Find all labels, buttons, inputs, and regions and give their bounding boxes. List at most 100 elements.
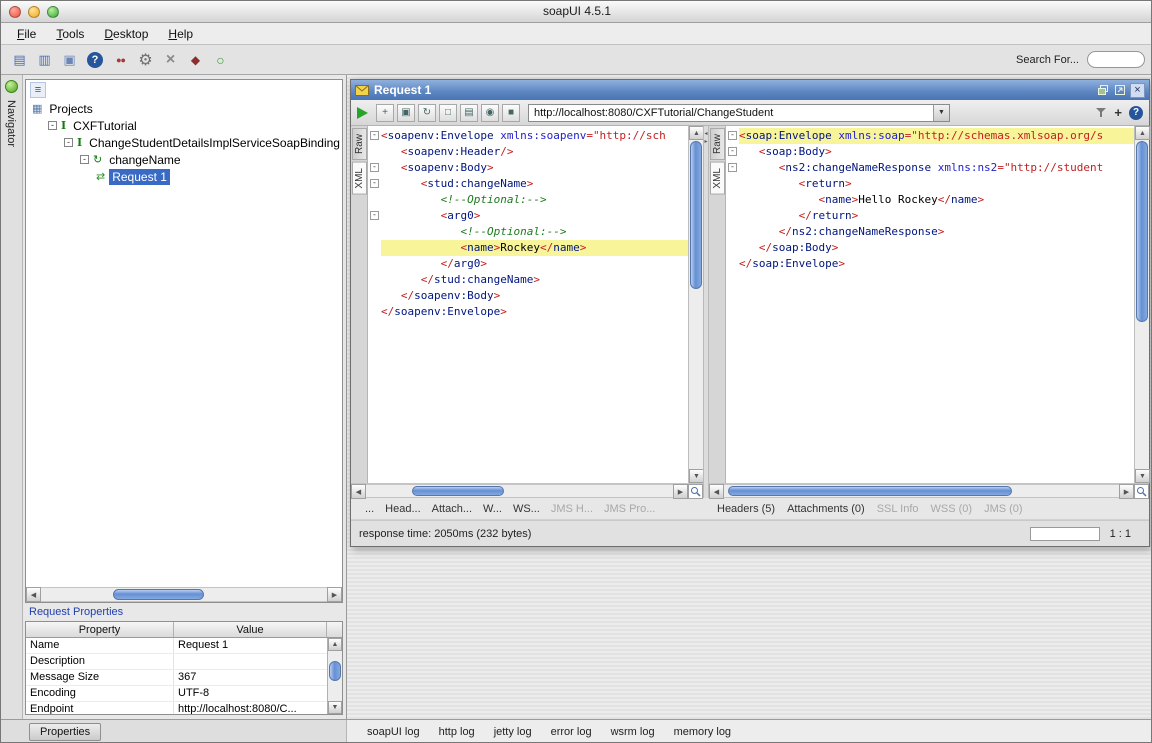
- expander-icon[interactable]: -: [80, 155, 89, 164]
- add-icon[interactable]: +: [1114, 105, 1122, 120]
- collapse-left-icon[interactable]: ◂: [704, 130, 707, 137]
- add-to-testcase-icon[interactable]: +: [376, 104, 394, 122]
- expander-icon[interactable]: -: [64, 138, 73, 147]
- scroll-up-button[interactable]: ▲: [689, 126, 704, 140]
- response-tab-raw[interactable]: Raw: [710, 128, 725, 160]
- help-icon[interactable]: ?: [1129, 106, 1143, 120]
- properties-tab[interactable]: Properties: [29, 723, 101, 741]
- menu-file[interactable]: File: [7, 25, 46, 43]
- forum-icon[interactable]: ●●: [110, 49, 131, 70]
- status-field[interactable]: [1030, 527, 1100, 541]
- frame-close-button[interactable]: ×: [1130, 83, 1145, 98]
- property-row-description[interactable]: Description: [26, 654, 342, 670]
- property-value[interactable]: [174, 654, 342, 669]
- fold-toggle-icon[interactable]: -: [728, 131, 737, 140]
- request-inspector-head[interactable]: Head...: [385, 503, 420, 515]
- property-row-message-size[interactable]: Message Size367: [26, 670, 342, 686]
- filter-icon[interactable]: [1096, 108, 1107, 118]
- create-empty-icon[interactable]: □: [439, 104, 457, 122]
- new-workspace-icon[interactable]: ▤: [9, 49, 30, 70]
- scroll-thumb[interactable]: [690, 141, 702, 289]
- response-editor[interactable]: Raw XML -<soap:Envelope xmlns:soap="http:…: [709, 126, 1149, 498]
- tree-item-changestudentdetailsimplservicesoapbinding[interactable]: -IChangeStudentDetailsImplServiceSoapBin…: [26, 134, 342, 151]
- log-tab-error-log[interactable]: error log: [551, 726, 592, 738]
- tree-item-cxftutorial[interactable]: -ICXFTutorial: [26, 117, 342, 134]
- preferences-icon[interactable]: ⚙: [135, 49, 156, 70]
- fold-toggle-icon[interactable]: -: [370, 211, 379, 220]
- help-icon[interactable]: ?: [87, 52, 103, 68]
- request-xml-area[interactable]: -<soapenv:Envelope xmlns:soapenv="http:/…: [368, 126, 688, 483]
- trial-icon[interactable]: ◆: [185, 49, 206, 70]
- fold-toggle-icon[interactable]: -: [370, 179, 379, 188]
- scroll-thumb[interactable]: [113, 589, 205, 600]
- log-tab-memory-log[interactable]: memory log: [674, 726, 731, 738]
- chevron-down-icon[interactable]: ▼: [933, 105, 949, 121]
- response-inspector-headers-5[interactable]: Headers (5): [717, 503, 775, 515]
- request-inspector-w[interactable]: W...: [483, 503, 502, 515]
- restore-icon[interactable]: [1096, 83, 1110, 97]
- property-row-endpoint[interactable]: Endpointhttp://localhost:8080/C...: [26, 702, 342, 715]
- tree-item-request-1[interactable]: ⇄Request 1: [26, 168, 342, 185]
- log-tab-soapui-log[interactable]: soapUI log: [367, 726, 420, 738]
- window-minimize-button[interactable]: [28, 6, 40, 18]
- request-inspector-item[interactable]: ...: [365, 503, 374, 515]
- log-tab-jetty-log[interactable]: jetty log: [494, 726, 532, 738]
- scroll-down-button[interactable]: ▼: [328, 701, 342, 714]
- scroll-down-button[interactable]: ▼: [1135, 469, 1150, 483]
- clone-request-icon[interactable]: ▣: [397, 104, 415, 122]
- scroll-thumb[interactable]: [329, 661, 341, 681]
- request-tab-xml[interactable]: XML: [352, 162, 367, 195]
- log-tab-http-log[interactable]: http log: [439, 726, 475, 738]
- scroll-thumb[interactable]: [412, 486, 504, 496]
- menu-help[interactable]: Help: [158, 25, 203, 43]
- search-input[interactable]: [1087, 51, 1145, 68]
- response-tab-xml[interactable]: XML: [710, 162, 725, 195]
- endpoint-combobox[interactable]: http://localhost:8080/CXFTutorial/Change…: [528, 104, 950, 122]
- window-titlebar[interactable]: soapUI 4.5.1: [1, 1, 1152, 23]
- fold-toggle-icon[interactable]: -: [370, 131, 379, 140]
- menu-desktop[interactable]: Desktop: [94, 25, 158, 43]
- scroll-right-button[interactable]: ▶: [1119, 484, 1134, 499]
- property-value[interactable]: http://localhost:8080/C...: [174, 702, 342, 715]
- maximize-icon[interactable]: [1113, 83, 1127, 97]
- request-tab-raw[interactable]: Raw: [352, 128, 367, 160]
- scroll-thumb[interactable]: [1136, 141, 1148, 322]
- scroll-down-button[interactable]: ▼: [689, 469, 704, 483]
- import-workspace-icon[interactable]: ▥: [34, 49, 55, 70]
- fold-toggle-icon[interactable]: -: [728, 147, 737, 156]
- log-tab-wsrm-log[interactable]: wsrm log: [611, 726, 655, 738]
- navigator-tab[interactable]: Navigator: [5, 100, 17, 147]
- fold-toggle-icon[interactable]: -: [728, 163, 737, 172]
- scroll-left-button[interactable]: ◀: [709, 484, 724, 499]
- menu-tools[interactable]: Tools: [46, 25, 94, 43]
- submit-button[interactable]: [357, 107, 368, 119]
- request-window-titlebar[interactable]: Request 1 ×: [351, 80, 1149, 100]
- expander-icon[interactable]: -: [48, 121, 57, 130]
- tree-item-projects[interactable]: ▦Projects: [26, 100, 342, 117]
- cancel-request-icon[interactable]: ■: [502, 104, 520, 122]
- request-settings-icon[interactable]: ▤: [460, 104, 478, 122]
- scroll-up-button[interactable]: ▲: [328, 638, 342, 651]
- scroll-left-button[interactable]: ◀: [351, 484, 366, 499]
- scroll-left-button[interactable]: ◀: [26, 587, 41, 602]
- tree-options-icon[interactable]: ≡: [30, 82, 46, 98]
- property-value[interactable]: UTF-8: [174, 686, 342, 701]
- window-zoom-button[interactable]: [47, 6, 59, 18]
- scroll-right-button[interactable]: ▶: [673, 484, 688, 499]
- tools-icon[interactable]: ×: [160, 49, 181, 70]
- scroll-thumb[interactable]: [728, 486, 1012, 496]
- property-value[interactable]: Request 1: [174, 638, 342, 653]
- property-value[interactable]: 367: [174, 670, 342, 685]
- save-all-icon[interactable]: ▣: [59, 49, 80, 70]
- fold-toggle-icon[interactable]: -: [370, 163, 379, 172]
- property-row-encoding[interactable]: EncodingUTF-8: [26, 686, 342, 702]
- response-xml-area[interactable]: -<soap:Envelope xmlns:soap="http://schem…: [726, 126, 1134, 483]
- magnifier-button[interactable]: [688, 484, 703, 499]
- tree-item-changename[interactable]: -↻changeName: [26, 151, 342, 168]
- request-inspector-attach[interactable]: Attach...: [432, 503, 472, 515]
- window-close-button[interactable]: [9, 6, 21, 18]
- starter-page-icon[interactable]: ○: [210, 49, 231, 70]
- collapse-right-icon[interactable]: ▸: [704, 138, 707, 145]
- request-editor[interactable]: Raw XML -<soapenv:Envelope xmlns:soapenv=…: [351, 126, 703, 498]
- recreate-request-icon[interactable]: ↻: [418, 104, 436, 122]
